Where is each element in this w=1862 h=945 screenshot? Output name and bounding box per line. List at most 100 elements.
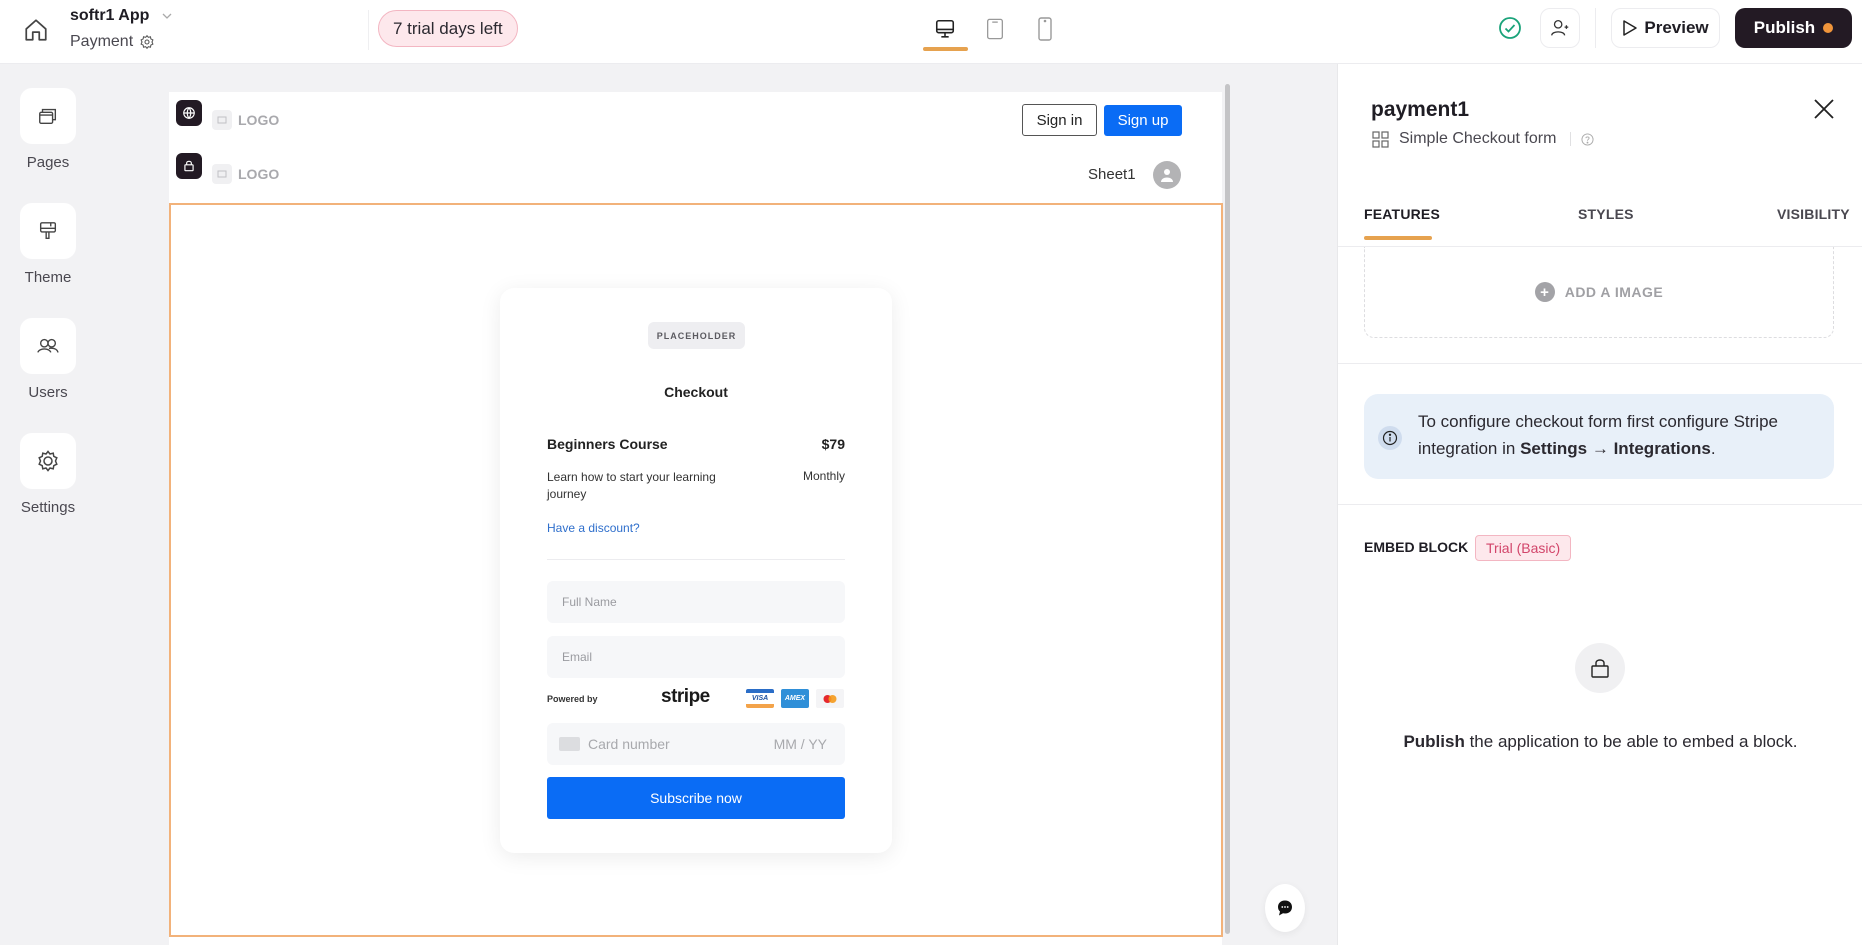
- help-icon: [1581, 132, 1594, 146]
- sign-up-button[interactable]: Sign up: [1104, 105, 1182, 136]
- embed-locked-message: Publish the application to be able to em…: [1338, 732, 1862, 752]
- rail-label: Settings: [20, 499, 76, 516]
- image-placeholder-icon: [212, 164, 232, 184]
- rail-tile: [20, 318, 76, 374]
- embed-block-heading: EMBED BLOCK: [1364, 539, 1469, 555]
- device-tablet-button[interactable]: [975, 14, 1015, 44]
- unpublished-changes-dot: [1823, 23, 1834, 33]
- mobile-icon: [1038, 17, 1052, 41]
- preview-button[interactable]: Preview: [1611, 8, 1720, 48]
- page-settings-button[interactable]: [139, 34, 155, 50]
- logo-text: LOGO: [238, 112, 280, 128]
- rail-label: Theme: [24, 269, 72, 286]
- private-header-badge[interactable]: [176, 153, 202, 179]
- locked-indicator: [1575, 643, 1625, 693]
- user-avatar[interactable]: [1153, 161, 1181, 189]
- chevron-down-icon: [162, 13, 172, 19]
- divider: [368, 10, 369, 50]
- rail-tile: [20, 433, 76, 489]
- tab-features[interactable]: FEATURES: [1364, 206, 1440, 222]
- tab-visibility[interactable]: VISIBILITY: [1777, 206, 1850, 222]
- app-name[interactable]: softr1 App: [70, 7, 149, 25]
- checkout-title: Checkout: [664, 384, 728, 400]
- card-number-input[interactable]: Card number MM / YY: [547, 723, 845, 765]
- preview-label: Preview: [1644, 18, 1709, 37]
- active-tab-indicator: [1364, 236, 1432, 240]
- user-plus-icon: [1551, 20, 1569, 36]
- header-logo[interactable]: LOGO: [212, 164, 279, 184]
- plus-icon: +: [1534, 282, 1555, 302]
- add-image-button[interactable]: + ADD A IMAGE: [1364, 247, 1834, 338]
- add-image-label: ADD A IMAGE: [1564, 284, 1664, 300]
- device-mobile-button[interactable]: [1025, 14, 1065, 44]
- rail-item-settings[interactable]: Settings: [20, 433, 76, 516]
- app-switcher-chevron[interactable]: [160, 9, 174, 23]
- user-name-label: Sheet1: [1088, 166, 1136, 183]
- chat-support-button[interactable]: [1265, 884, 1305, 932]
- full-name-input[interactable]: Full Name: [547, 581, 845, 623]
- block-settings-panel: payment1 Simple Checkout form FEATURES S…: [1337, 64, 1862, 945]
- rail-item-pages[interactable]: Pages: [20, 88, 76, 171]
- page-name-label: Payment: [70, 33, 134, 50]
- block-type-label: Simple Checkout form: [1399, 130, 1557, 147]
- stripe-config-notice: To configure checkout form first configu…: [1364, 394, 1834, 479]
- email-input[interactable]: Email: [547, 636, 845, 678]
- plan-badge: Trial (Basic): [1475, 535, 1572, 561]
- chat-icon: [1278, 900, 1292, 916]
- close-panel-button[interactable]: [1813, 98, 1835, 120]
- globe-icon: [183, 107, 195, 120]
- product-description: Learn how to start your learning journey: [547, 470, 716, 501]
- block-type: Simple Checkout form: [1372, 130, 1594, 148]
- product-price: $79: [821, 436, 845, 452]
- lock-icon: [1591, 659, 1609, 678]
- powered-by-label: Powered by: [547, 694, 598, 704]
- settings-integrations-link[interactable]: Settings → Integrations: [1520, 439, 1711, 458]
- discount-link[interactable]: Have a discount?: [547, 521, 640, 535]
- header-logo[interactable]: LOGO: [212, 110, 279, 130]
- home-button[interactable]: [18, 12, 54, 48]
- divider: [1338, 504, 1862, 505]
- sign-in-button[interactable]: Sign in: [1022, 104, 1097, 136]
- credit-card-icon: [559, 737, 580, 751]
- check-circle-icon: [1499, 17, 1521, 39]
- mastercard-icon: [816, 689, 844, 708]
- notice-text: To configure checkout form first configu…: [1418, 408, 1818, 462]
- amex-icon: AMEX: [781, 689, 809, 708]
- publish-label: Publish: [1753, 18, 1816, 37]
- invite-user-button[interactable]: [1540, 8, 1580, 48]
- pages-icon: [39, 108, 57, 125]
- trial-days-badge[interactable]: 7 trial days left: [378, 10, 518, 47]
- rail-item-users[interactable]: Users: [20, 318, 76, 401]
- embed-message-rest: the application to be able to embed a bl…: [1464, 732, 1798, 751]
- subscribe-button[interactable]: Subscribe now: [547, 777, 845, 819]
- paint-roller-icon: [39, 222, 57, 240]
- desktop-icon: [935, 19, 955, 38]
- image-placeholder: PLACEHOLDER: [648, 322, 745, 349]
- card-number-placeholder: Card number: [588, 736, 670, 752]
- lock-icon: [184, 160, 194, 172]
- tablet-icon: [987, 18, 1003, 40]
- grid-icon: [1372, 130, 1389, 148]
- users-icon: [37, 338, 59, 353]
- divider: [1595, 8, 1596, 48]
- rail-label: Pages: [26, 154, 70, 171]
- active-device-indicator: [923, 47, 968, 51]
- user-icon: [1161, 169, 1173, 182]
- top-bar: softr1 App Payment 7 trial days left Pre…: [0, 0, 1862, 64]
- canvas-scrollbar[interactable]: [1225, 84, 1230, 934]
- rail-item-theme[interactable]: Theme: [20, 203, 76, 286]
- tab-styles[interactable]: STYLES: [1578, 206, 1634, 222]
- close-icon: [1814, 99, 1834, 119]
- device-desktop-button[interactable]: [925, 14, 965, 44]
- public-header-badge[interactable]: [176, 100, 202, 126]
- rail-label: Users: [28, 384, 68, 401]
- block-name[interactable]: payment1: [1371, 98, 1469, 122]
- gear-icon: [140, 34, 154, 50]
- divider: [1570, 132, 1572, 146]
- expiry-placeholder: MM / YY: [773, 736, 827, 752]
- publish-button[interactable]: Publish: [1735, 8, 1852, 48]
- current-page: Payment: [70, 33, 155, 51]
- logo-text: LOGO: [238, 166, 280, 182]
- visa-icon: VISA: [746, 689, 774, 708]
- rail-tile: [20, 88, 76, 144]
